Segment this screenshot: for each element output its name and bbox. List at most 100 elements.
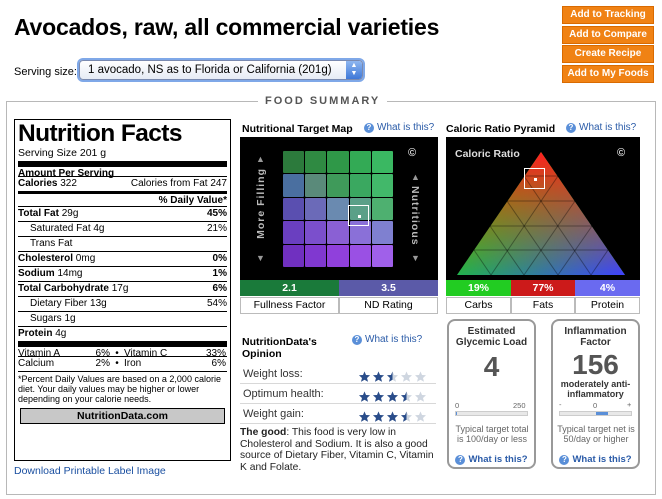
target-map-cell — [371, 221, 393, 244]
target-map-cell — [327, 174, 349, 197]
nutritional-target-map: ▲ More Filling ▼ © ▲ Nutritious ▼ — [240, 137, 438, 280]
target-map-cell — [349, 244, 371, 267]
nutrient-row: Dietary Fiber 13g 54% — [18, 296, 227, 311]
help-icon: ? — [566, 122, 576, 133]
calories-row: Calories 322 Calories from Fat 247 — [18, 176, 227, 189]
pyramid-help-link[interactable]: ? What is this? — [566, 122, 636, 133]
target-map-cell — [371, 174, 393, 197]
create-recipe-button[interactable]: Create Recipe — [562, 45, 654, 64]
pyramid-marker — [524, 168, 545, 189]
target-map-cell — [283, 174, 305, 197]
pyramid-triangle — [457, 152, 625, 276]
star-icon — [372, 409, 385, 429]
add-to-compare-button[interactable]: Add to Compare — [562, 25, 654, 44]
nutrient-row: Trans Fat — [18, 236, 227, 251]
glycemic-load-value: 4 — [483, 351, 500, 382]
inflammation-scale-zero: 0 — [593, 401, 598, 410]
add-to-my-foods-button[interactable]: Add to My Foods — [562, 64, 654, 83]
target-map-cell — [349, 151, 371, 174]
target-map-cell — [283, 244, 305, 267]
nutrient-rows: Total Fat 29g 45% Saturated Fat 4g 21% Trans… — [18, 206, 227, 341]
mineral-row: Calcium 2% • Iron 6% — [18, 356, 227, 369]
nutrient-row: Sugars 1g — [18, 311, 227, 326]
opinion-row: Optimum health: — [240, 384, 436, 404]
protein-label: Protein — [575, 297, 640, 314]
download-label-link[interactable]: Download Printable Label Image — [14, 465, 166, 477]
target-map-copyright: © — [408, 147, 417, 159]
help-icon: ? — [559, 454, 570, 465]
target-map-cell — [283, 197, 305, 221]
nutrient-row: Protein 4g — [18, 326, 227, 341]
nutrition-facts-label: Nutrition Facts Serving Size 201 g Amoun… — [14, 119, 231, 461]
help-icon: ? — [364, 122, 374, 133]
the-good-text: The good: This food is very low in Chole… — [240, 427, 434, 473]
caloric-ratio-pyramid: Caloric Ratio © — [446, 137, 640, 280]
target-map-cell — [305, 197, 327, 221]
nutritiondata-brand: NutritionData.com — [20, 408, 225, 424]
target-map-help-link[interactable]: ? What is this? — [364, 122, 434, 133]
vitamin-row: Vitamin A 6% • Vitamin C 33% — [18, 341, 227, 359]
target-map-cell — [327, 244, 349, 267]
glycemic-help-link[interactable]: ? What is this? — [449, 454, 534, 465]
star-icon — [400, 409, 413, 429]
up-arrow-icon: ▲ — [411, 172, 420, 182]
opinion-row: Weight loss: — [240, 364, 436, 384]
glycemic-scale-max: 250 — [513, 401, 526, 410]
help-icon: ? — [352, 334, 362, 345]
star-icon — [358, 409, 371, 429]
more-filling-axis-label: More Filling — [255, 168, 267, 239]
add-to-tracking-button[interactable]: Add to Tracking — [562, 6, 654, 24]
help-icon: ? — [455, 454, 466, 465]
glycemic-load-bar-fill — [456, 412, 458, 415]
target-map-cell — [283, 221, 305, 244]
target-map-cell — [349, 174, 371, 197]
serving-size-value: 1 avocado, NS as to Florida or Californi… — [88, 64, 332, 76]
target-map-cell — [283, 151, 305, 174]
daily-value-footnote: *Percent Daily Values are based on a 2,0… — [18, 371, 227, 404]
daily-value-header: % Daily Value* — [18, 191, 227, 206]
target-map-cell — [371, 244, 393, 267]
fats-percent: 77% — [511, 280, 575, 296]
target-map-cell — [327, 197, 349, 221]
nutrient-row: Total Fat 29g 45% — [18, 206, 227, 219]
target-map-cell — [305, 174, 327, 197]
nutrient-row: Total Carbohydrate 17g 6% — [18, 281, 227, 294]
inflammation-rating: moderately anti-inflammatory — [560, 379, 631, 399]
glycemic-scale-min: 0 — [455, 401, 460, 410]
opinion-help-link[interactable]: ? What is this? — [352, 334, 422, 345]
protein-percent: 4% — [575, 280, 640, 296]
glycemic-load-title: Estimated Glycemic Load — [455, 326, 528, 348]
inflammation-target-note: Typical target net is 50/day or higher — [557, 424, 635, 444]
nutrient-row: Saturated Fat 4g 21% — [18, 221, 227, 236]
fullness-factor-value: 2.1 — [240, 280, 339, 296]
nutrient-row: Cholesterol 0mg 0% — [18, 251, 227, 264]
target-map-title: Nutritional Target Map — [242, 123, 353, 135]
select-arrows-icon: ▲ ▼ — [346, 61, 362, 79]
carbs-label: Carbs — [446, 297, 511, 314]
inflammation-bar-fill — [596, 412, 608, 415]
opinion-title: NutritionData's Opinion — [242, 336, 317, 360]
glycemic-load-bar — [455, 411, 528, 416]
inflammation-help-link[interactable]: ? What is this? — [553, 454, 638, 465]
target-map-cell — [371, 197, 393, 221]
nd-rating-label: ND Rating — [339, 297, 438, 314]
target-map-grid — [283, 151, 393, 267]
nutrition-facts-heading: Nutrition Facts — [18, 120, 182, 147]
target-map-cell — [371, 151, 393, 174]
fullness-factor-label: Fullness Factor — [240, 297, 339, 314]
inflammation-factor-title: Inflammation Factor — [564, 326, 627, 348]
serving-size-select[interactable]: 1 avocado, NS as to Florida or Californi… — [79, 60, 363, 80]
target-map-cell — [305, 221, 327, 244]
pyramid-title: Caloric Ratio Pyramid — [446, 123, 556, 135]
amount-per-serving: Amount Per Serving — [18, 161, 227, 179]
target-map-cell — [305, 244, 327, 267]
inflammation-scale-plus: + — [627, 400, 632, 409]
star-icon — [386, 409, 399, 429]
serving-size-row: Serving Size 201 g — [18, 147, 107, 159]
target-map-cell — [327, 221, 349, 244]
target-map-scores: 2.1 3.5 — [240, 280, 438, 296]
inflammation-scale-minus: - — [559, 400, 562, 409]
fats-label: Fats — [511, 297, 575, 314]
target-map-cell — [305, 151, 327, 174]
glycemic-load-card: Estimated Glycemic Load 4 0 250 Typical … — [447, 319, 536, 469]
